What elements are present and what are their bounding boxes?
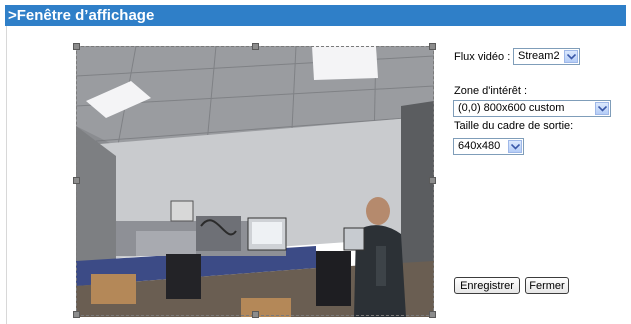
save-button[interactable]: Enregistrer: [454, 277, 520, 294]
crop-handle-bottom-right[interactable]: [429, 311, 436, 318]
section-header: >Fenêtre d’affichage: [5, 5, 626, 26]
crop-handle-top-left[interactable]: [73, 43, 80, 50]
output-size-select[interactable]: 640x480: [453, 138, 524, 155]
crop-handle-top[interactable]: [252, 43, 259, 50]
camera-image: [76, 46, 434, 317]
crop-handle-top-right[interactable]: [429, 43, 436, 50]
zone-select[interactable]: (0,0) 800x600 custom: [453, 100, 611, 117]
output-size-select-value: 640x480: [458, 140, 501, 152]
close-button[interactable]: Fermer: [525, 277, 569, 294]
stream-select-value: Stream2: [518, 50, 560, 62]
crop-handle-bottom-left[interactable]: [73, 311, 80, 318]
crop-handle-bottom[interactable]: [252, 311, 259, 318]
page-title: >Fenêtre d’affichage: [8, 7, 155, 24]
crop-handle-left[interactable]: [73, 177, 80, 184]
chevron-down-icon: [595, 102, 609, 115]
zone-label: Zone d'intérêt :: [454, 85, 528, 97]
crop-handle-right[interactable]: [429, 177, 436, 184]
chevron-down-icon: [564, 50, 578, 63]
video-preview[interactable]: [76, 46, 434, 317]
chevron-down-icon: [508, 140, 522, 153]
zone-select-value: (0,0) 800x600 custom: [458, 102, 565, 114]
output-size-label: Taille du cadre de sortie:: [454, 120, 574, 132]
stream-select[interactable]: Stream2: [513, 48, 580, 65]
left-border: [6, 26, 7, 324]
stream-label: Flux vidéo :: [454, 51, 511, 63]
